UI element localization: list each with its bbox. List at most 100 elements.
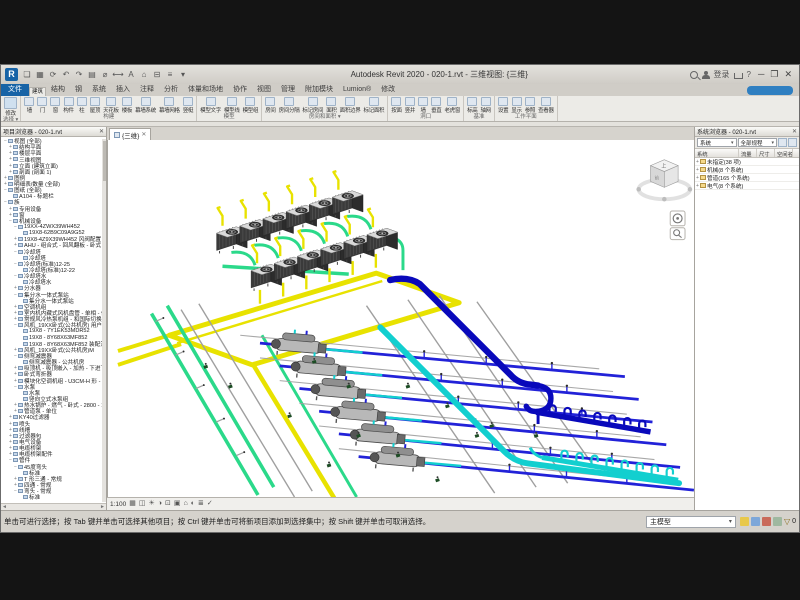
system-column-2[interactable]: 尺寸 xyxy=(757,149,775,157)
ribbon-button-窗[interactable]: 窗 xyxy=(49,97,61,114)
ribbon-button-竖井[interactable]: 竖井 xyxy=(404,97,416,114)
constraints-icon[interactable]: ✓ xyxy=(207,499,213,509)
view-tab-close-icon[interactable]: ✕ xyxy=(141,131,146,138)
system-view-dropdown[interactable]: 系统▾ xyxy=(697,138,737,147)
ribbon-button-轴网[interactable]: 轴网 xyxy=(479,97,491,114)
default-3d-view-icon[interactable]: ⌂ xyxy=(138,69,150,81)
ribbon-button-柱[interactable]: 柱 xyxy=(76,97,88,114)
system-column-0[interactable]: 系统 xyxy=(695,149,739,157)
ribbon-button-模型线[interactable]: 模型线 xyxy=(223,97,241,114)
ribbon-button-查看器[interactable]: 查看器 xyxy=(537,97,555,114)
ribbon-button-房间[interactable]: 房间 xyxy=(264,97,276,114)
ribbon-tab-修改[interactable]: 修改 xyxy=(376,84,400,96)
ribbon-tab-体量和场地[interactable]: 体量和场地 xyxy=(183,84,228,96)
cooling-tower-row-1[interactable] xyxy=(217,171,363,253)
ribbon-button-竖梃[interactable]: 竖梃 xyxy=(182,97,194,114)
editing-requests-icon[interactable] xyxy=(751,517,760,526)
close-button[interactable]: ✕ xyxy=(781,69,795,79)
discipline-dropdown[interactable]: 全部规程▾ xyxy=(738,138,778,147)
ribbon-tab-协作[interactable]: 协作 xyxy=(228,84,252,96)
design-option-dropdown[interactable]: 主模型▾ xyxy=(646,516,736,528)
ribbon-button-修改[interactable]: 修改 xyxy=(3,97,18,117)
ribbon-tab-插入[interactable]: 插入 xyxy=(111,84,135,96)
reveal-hidden-icon[interactable]: ◐ xyxy=(191,499,195,509)
text-icon[interactable]: A xyxy=(125,69,137,81)
ribbon-button-幕墙系统[interactable]: 幕墙系统 xyxy=(134,97,157,114)
ribbon-tab-附加模块[interactable]: 附加模块 xyxy=(300,84,338,96)
user-interface-icon[interactable]: ▾ xyxy=(177,69,189,81)
system-column-3[interactable]: 空间名称 xyxy=(775,149,793,157)
project-browser-vscrollbar[interactable] xyxy=(102,139,106,502)
ribbon-button-房间分隔[interactable]: 房间分隔 xyxy=(278,97,301,114)
project-browser-hscrollbar[interactable]: ◄► xyxy=(1,503,106,510)
ribbon-button-标记面积[interactable]: 标记面积 xyxy=(362,97,385,114)
view-tab-3d[interactable]: {三维} ✕ xyxy=(109,128,151,140)
print-icon[interactable]: ▤ xyxy=(86,69,98,81)
ribbon-button-门[interactable]: 门 xyxy=(36,97,48,114)
worksharing-icon[interactable] xyxy=(740,517,749,526)
scale-button[interactable]: 1:100 xyxy=(110,501,126,508)
open-icon[interactable]: ❏ xyxy=(21,69,33,81)
ribbon-button-墙[interactable]: 墙 xyxy=(23,97,35,114)
detail-level-icon[interactable]: ▦ xyxy=(129,499,136,509)
search-icon[interactable] xyxy=(690,71,698,79)
exclude-options-icon[interactable] xyxy=(762,517,771,526)
sign-in-label[interactable]: 登录 xyxy=(714,69,730,80)
visual-style-icon[interactable]: ◫ xyxy=(139,499,146,509)
system-browser-close-icon[interactable]: ✕ xyxy=(792,128,797,135)
section-icon[interactable]: ⊟ xyxy=(151,69,163,81)
press-drag-icon[interactable] xyxy=(773,517,782,526)
ribbon-button-垂直[interactable]: 垂直 xyxy=(430,97,442,114)
ribbon-button-天花板[interactable]: 天花板 xyxy=(102,97,120,114)
minimize-button[interactable]: ─ xyxy=(755,69,767,79)
ribbon-button-面积边界[interactable]: 面积边界 xyxy=(339,97,362,114)
ribbon-tab-Lumion®[interactable]: Lumion® xyxy=(338,84,376,96)
ribbon-tab-视图[interactable]: 视图 xyxy=(252,84,276,96)
undo-icon[interactable]: ↶ xyxy=(60,69,72,81)
tree-item[interactable]: 标准 xyxy=(1,494,106,500)
ribbon-tab-建筑[interactable]: 建筑 xyxy=(29,87,46,96)
ribbon-button-按面[interactable]: 按面 xyxy=(390,97,402,114)
crop-view-icon[interactable]: ⊡ xyxy=(165,499,171,509)
ribbon-tab-钢[interactable]: 钢 xyxy=(70,84,87,96)
revit-app-menu-icon[interactable]: R xyxy=(5,68,18,81)
account-icon[interactable] xyxy=(702,71,710,79)
navigation-bar[interactable] xyxy=(670,211,685,240)
ribbon-button-设置[interactable]: 设置 xyxy=(497,97,509,114)
ribbon-tab-分析[interactable]: 分析 xyxy=(159,84,183,96)
shadows-icon[interactable]: ◑ xyxy=(158,499,162,509)
system-row[interactable]: +电气(8 个系统) xyxy=(695,182,799,190)
sun-path-icon[interactable]: ☀ xyxy=(149,499,155,509)
ribbon-button-楼板[interactable]: 楼板 xyxy=(121,97,133,114)
ribbon-tab-管理[interactable]: 管理 xyxy=(276,84,300,96)
ribbon-button-模型组[interactable]: 模型组 xyxy=(242,97,260,114)
ribbon-button-参照[interactable]: 参照 xyxy=(524,97,536,114)
ribbon-button-幕墙网格[interactable]: 幕墙网格 xyxy=(158,97,181,114)
ribbon-button-面积[interactable]: 面积 xyxy=(325,97,337,114)
ribbon-tab-注释[interactable]: 注释 xyxy=(135,84,159,96)
redo-icon[interactable]: ↷ xyxy=(73,69,85,81)
drawing-area[interactable]: 上前 xyxy=(107,140,694,497)
filter-icon[interactable]: ▽ xyxy=(784,517,790,526)
worksharing-display-icon[interactable]: ≣ xyxy=(198,499,204,509)
restore-button[interactable]: ❐ xyxy=(767,69,781,79)
ribbon-button-屋顶[interactable]: 屋顶 xyxy=(89,97,101,114)
tab-file[interactable]: 文件 xyxy=(1,84,29,96)
ribbon-tab-结构[interactable]: 结构 xyxy=(46,84,70,96)
project-browser-close-icon[interactable]: ✕ xyxy=(99,128,104,135)
ribbon-button-标高[interactable]: 标高 xyxy=(466,97,478,114)
system-column-1[interactable]: 流量 xyxy=(739,149,757,157)
sync-icon[interactable]: ⟳ xyxy=(47,69,59,81)
column-settings-icon[interactable] xyxy=(788,138,797,147)
thin-lines-icon[interactable]: ≡ xyxy=(164,69,176,81)
ribbon-button-墙[interactable]: 墙 xyxy=(417,97,429,114)
ribbon-help-pill[interactable] xyxy=(747,86,793,95)
ribbon-button-老虎窗[interactable]: 老虎窗 xyxy=(443,97,461,114)
crop-region-icon[interactable]: ▣ xyxy=(174,499,181,509)
save-icon[interactable]: ▦ xyxy=(34,69,46,81)
temporary-hide-icon[interactable]: ⌂ xyxy=(184,499,188,509)
app-store-icon[interactable] xyxy=(734,73,743,79)
ribbon-button-标记房间[interactable]: 标记房间 xyxy=(301,97,324,114)
help-icon[interactable]: ? xyxy=(747,70,751,79)
ribbon-tab-系统[interactable]: 系统 xyxy=(87,84,111,96)
